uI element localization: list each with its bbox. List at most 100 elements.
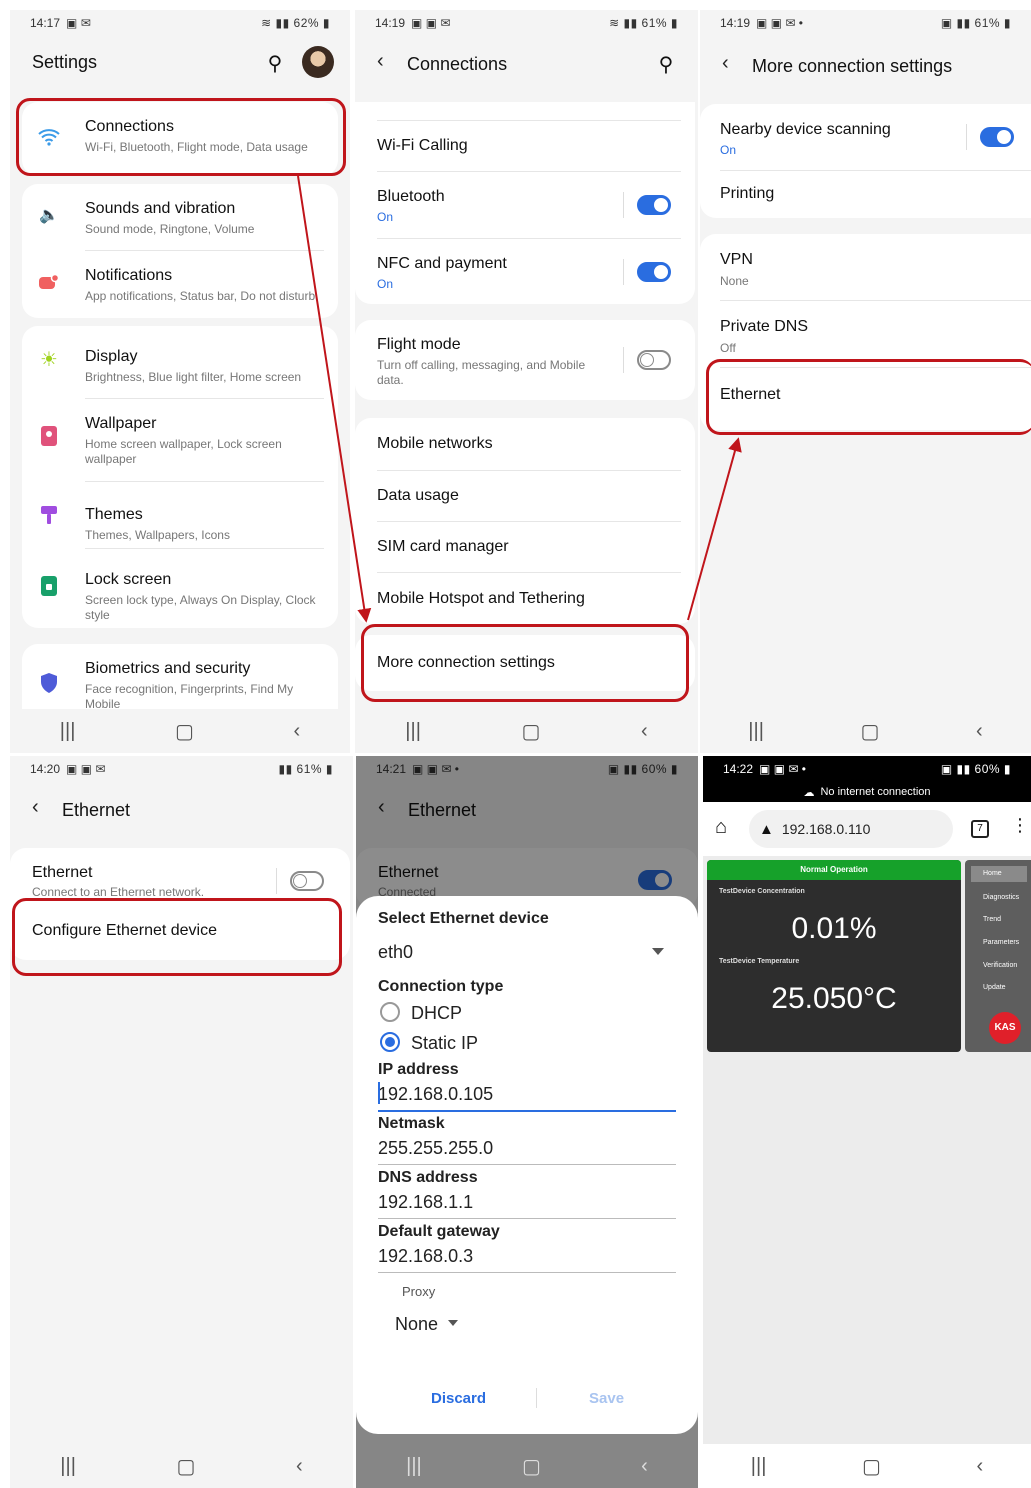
item-subtitle: Off — [720, 341, 736, 355]
dhcp-radio[interactable] — [380, 1002, 400, 1022]
operation-status-bar: Normal Operation — [707, 860, 961, 880]
menu-item-mobile-networks[interactable]: Mobile networks — [355, 418, 695, 470]
banner-text: No internet connection — [820, 786, 931, 798]
browser-toolbar: ⌂ ▲ 192.168.0.110 7 ⋮ — [703, 802, 1031, 856]
menu-item-parameters[interactable]: Parameters — [983, 939, 1019, 946]
back-icon[interactable]: ‹ — [976, 720, 983, 743]
menu-item-wifi-calling[interactable]: Wi-Fi Calling — [355, 121, 695, 171]
tab-switcher-button[interactable]: 7 — [971, 820, 989, 838]
netmask-input[interactable]: 255.255.255.0 — [378, 1138, 493, 1159]
chevron-down-icon[interactable] — [448, 1320, 458, 1326]
menu-item-ethernet-toggle[interactable]: Ethernet Connect to an Ethernet network. — [10, 848, 350, 900]
home-icon[interactable]: ▢ — [861, 719, 880, 744]
nav-bar: ||| ▢ ‹ — [703, 1444, 1031, 1488]
menu-item-trend[interactable]: Trend — [983, 916, 1001, 923]
home-icon[interactable]: ⌂ — [715, 816, 727, 839]
home-icon[interactable]: ▢ — [522, 719, 541, 744]
home-icon[interactable]: ▢ — [522, 1454, 541, 1479]
ip-underline — [378, 1110, 676, 1112]
menu-item-sim-manager[interactable]: SIM card manager — [355, 522, 695, 572]
search-icon[interactable]: ⚲ — [264, 52, 286, 75]
menu-item-diagnostics[interactable]: Diagnostics — [983, 894, 1019, 901]
item-subtitle: Brightness, Blue light filter, Home scre… — [85, 370, 302, 384]
home-icon[interactable]: ▢ — [177, 1454, 196, 1479]
ethernet-toggle[interactable] — [290, 871, 324, 891]
menu-item-data-usage[interactable]: Data usage — [355, 471, 695, 521]
item-subtitle: Screen lock type, Always On Display, Clo… — [85, 593, 316, 622]
back-arrow-icon[interactable]: ‹ — [377, 50, 384, 73]
search-icon[interactable]: ⚲ — [655, 53, 677, 76]
menu-item-nearby-scanning[interactable]: Nearby device scanning On — [700, 104, 1031, 170]
notification-icon — [38, 271, 60, 293]
recent-apps-icon[interactable]: ||| — [748, 720, 764, 743]
status-time: 14:20 — [30, 762, 61, 776]
nfc-toggle[interactable] — [637, 262, 671, 282]
menu-item-hotspot[interactable]: Mobile Hotspot and Tethering — [355, 573, 695, 623]
url-bar[interactable]: ▲ 192.168.0.110 — [749, 810, 953, 848]
url-text: 192.168.0.110 — [781, 821, 871, 837]
sidebar-item-notifications[interactable]: Notifications App notifications, Status … — [22, 251, 338, 317]
recent-apps-icon[interactable]: ||| — [405, 720, 421, 743]
sidebar-item-themes[interactable]: Themes Themes, Wallpapers, Icons — [22, 482, 338, 548]
highlight-ethernet — [706, 359, 1031, 435]
back-icon[interactable]: ‹ — [977, 1455, 984, 1478]
menu-item-verification[interactable]: Verification — [983, 962, 1017, 969]
back-arrow-icon[interactable]: ‹ — [32, 796, 39, 819]
sidebar-item-wallpaper[interactable]: Wallpaper Home screen wallpaper, Lock sc… — [22, 399, 338, 479]
menu-item-vpn[interactable]: VPN None — [700, 234, 1031, 300]
recent-apps-icon[interactable]: ||| — [60, 720, 76, 743]
save-button[interactable]: Save — [589, 1390, 624, 1407]
temperature-value: 25.050°C — [771, 982, 897, 1015]
item-subtitle: Home screen wallpaper, Lock screen wallp… — [85, 437, 282, 466]
discard-button[interactable]: Discard — [431, 1390, 486, 1407]
dns-input[interactable]: 192.168.1.1 — [378, 1192, 473, 1213]
static-ip-radio[interactable] — [380, 1032, 400, 1052]
menu-item-flight-mode[interactable]: Flight mode Turn off calling, messaging,… — [355, 320, 695, 400]
home-icon[interactable]: ▢ — [862, 1454, 881, 1479]
item-title: Ethernet — [32, 864, 93, 881]
button-divider — [536, 1388, 537, 1408]
nearby-scanning-toggle[interactable] — [980, 127, 1014, 147]
nav-bar: ||| ▢ ‹ — [356, 1444, 698, 1488]
menu-item-update[interactable]: Update — [983, 984, 1006, 991]
menu-item-home[interactable]: Home — [971, 866, 1027, 882]
networks-card: Mobile networks Data usage SIM card mana… — [355, 418, 695, 624]
back-icon[interactable]: ‹ — [294, 720, 301, 743]
proxy-label: Proxy — [402, 1284, 436, 1299]
menu-item-bluetooth[interactable]: Bluetooth On — [355, 172, 695, 238]
static-ip-label: Static IP — [411, 1033, 479, 1053]
page-title: Ethernet — [62, 800, 131, 820]
web-side-menu: Home Diagnostics Trend Parameters Verifi… — [965, 860, 1031, 1052]
chevron-down-icon[interactable] — [652, 948, 664, 955]
sidebar-item-lock-screen[interactable]: Lock screen Screen lock type, Always On … — [22, 549, 338, 627]
menu-item-printing[interactable]: Printing — [700, 171, 1031, 218]
back-icon[interactable]: ‹ — [641, 1455, 648, 1478]
back-icon[interactable]: ‹ — [296, 1455, 303, 1478]
item-title: VPN — [720, 251, 753, 268]
avatar[interactable] — [302, 46, 334, 78]
menu-item-private-dns[interactable]: Private DNS Off — [700, 301, 1031, 367]
sidebar-item-display[interactable]: ☀ Display Brightness, Blue light filter,… — [22, 326, 338, 396]
gateway-input[interactable]: 192.168.0.3 — [378, 1246, 473, 1267]
highlight-more-connection-settings — [361, 624, 689, 702]
speaker-icon: 🔈 — [39, 207, 59, 224]
flight-mode-toggle[interactable] — [637, 350, 671, 370]
back-arrow-icon[interactable]: ‹ — [722, 52, 729, 75]
proxy-select[interactable]: None — [395, 1314, 438, 1335]
recent-apps-icon[interactable]: ||| — [751, 1455, 767, 1478]
gateway-label: Default gateway — [378, 1223, 500, 1240]
status-bar: 14:20 ▣ ▣ ✉ ▮▮ 61% ▮ — [30, 762, 333, 776]
concentration-label: TestDevice Concentration — [719, 888, 805, 895]
bluetooth-toggle[interactable] — [637, 195, 671, 215]
more-options-icon[interactable]: ⋮ — [1011, 816, 1029, 834]
recent-apps-icon[interactable]: ||| — [406, 1455, 422, 1478]
sidebar-item-sounds[interactable]: 🔈 Sounds and vibration Sound mode, Ringt… — [22, 184, 338, 250]
home-icon[interactable]: ▢ — [175, 719, 194, 744]
lock-icon — [38, 575, 60, 597]
item-title: Nearby device scanning — [720, 121, 891, 138]
device-select[interactable]: eth0 — [378, 942, 413, 963]
ip-address-input[interactable]: 192.168.0.105 — [378, 1084, 493, 1105]
recent-apps-icon[interactable]: ||| — [60, 1455, 76, 1478]
back-icon[interactable]: ‹ — [641, 720, 648, 743]
menu-item-nfc[interactable]: NFC and payment On — [355, 239, 695, 303]
